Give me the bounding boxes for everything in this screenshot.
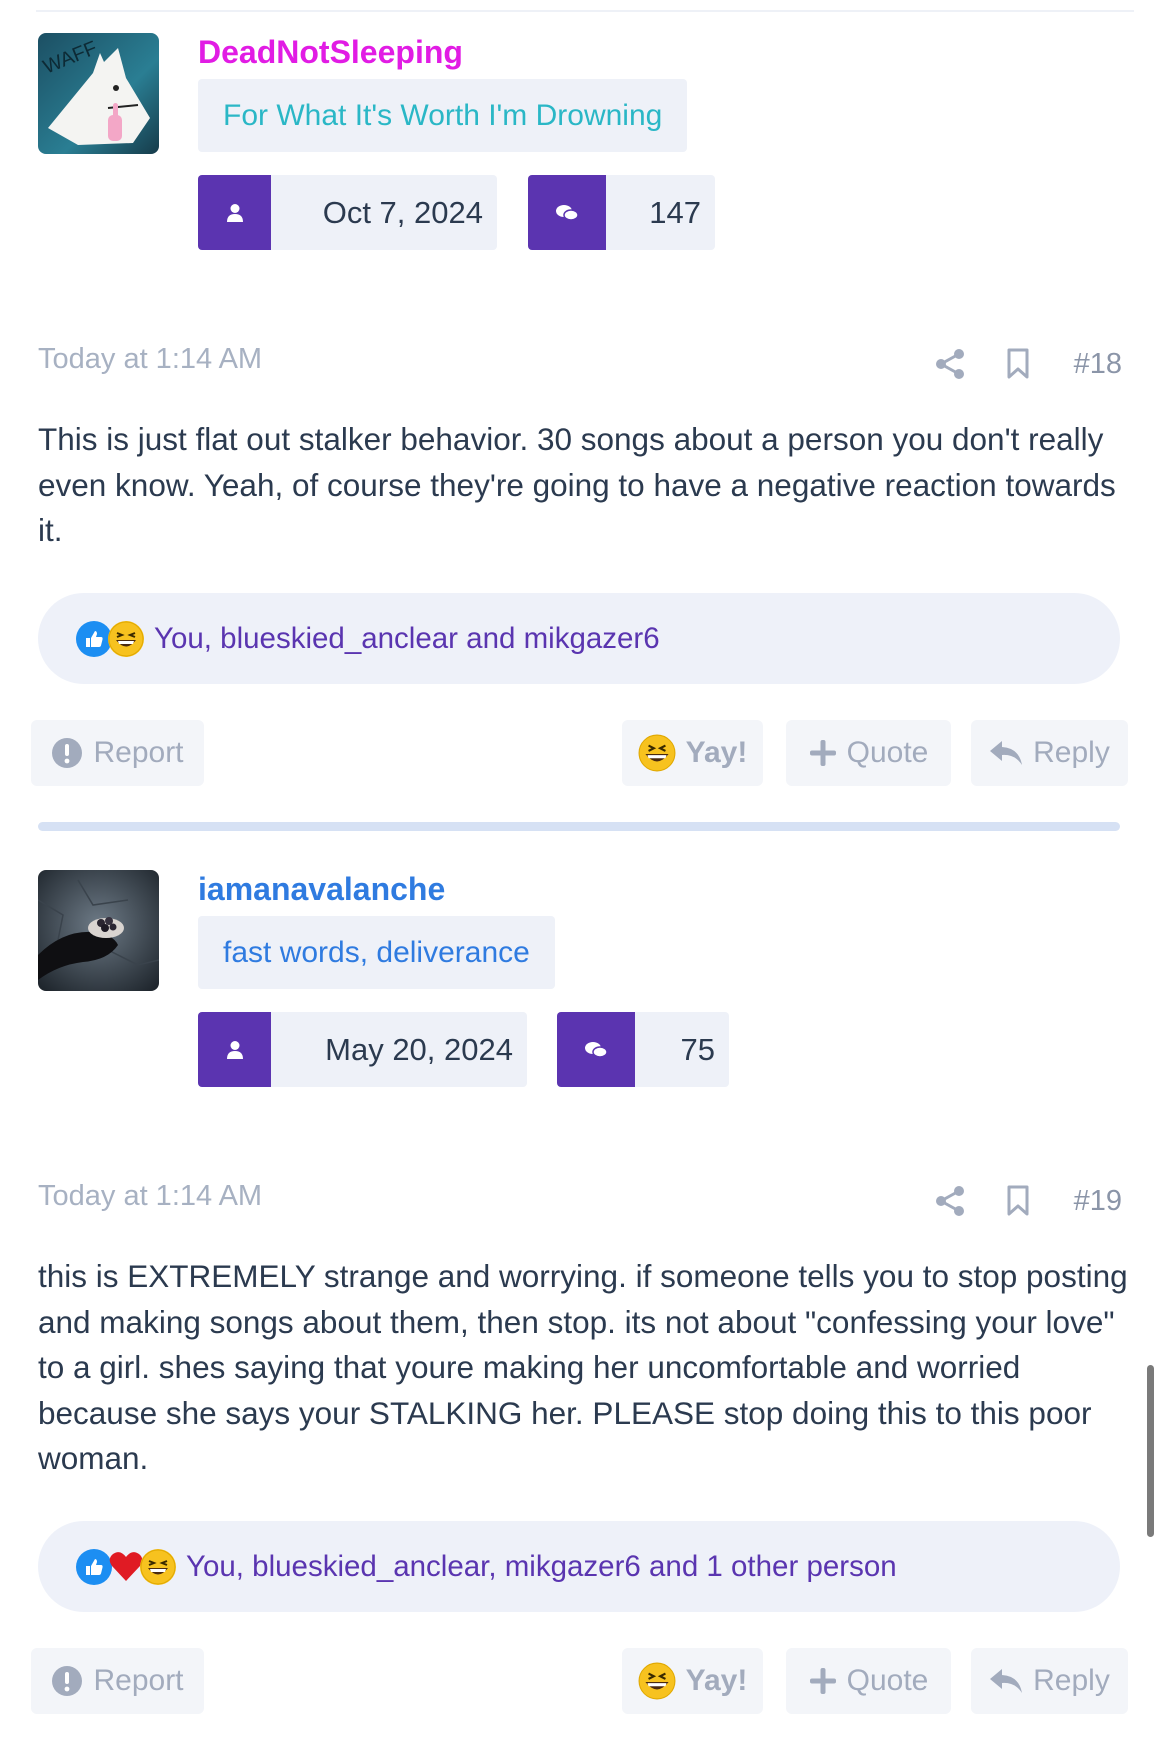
report-button[interactable]: Report: [31, 1648, 204, 1714]
user-title: fast words, deliverance: [198, 916, 555, 989]
bookmark-icon[interactable]: [1000, 346, 1036, 382]
grin-icon: [638, 734, 676, 772]
messages-stat: 75: [557, 1012, 729, 1087]
alert-icon: [52, 738, 83, 768]
love-icon: [108, 1549, 144, 1585]
reactions-bar[interactable]: You, blueskied_anclear, mikgazer6 and 1 …: [38, 1521, 1120, 1612]
plus-icon: [809, 1668, 836, 1694]
yay-label: Yay!: [685, 1664, 748, 1697]
avatar[interactable]: WAFF: [38, 33, 159, 154]
reply-label: Reply: [1033, 736, 1110, 769]
reply-icon: [990, 741, 1023, 765]
grin-icon: [638, 1662, 676, 1700]
comments-icon: [557, 1012, 635, 1087]
like-icon: [76, 1548, 112, 1585]
avatar[interactable]: [38, 870, 159, 991]
share-icon[interactable]: [932, 346, 968, 382]
reactions-bar[interactable]: You, blueskied_anclear and mikgazer6: [38, 593, 1120, 684]
comments-icon: [528, 175, 606, 250]
quote-button[interactable]: Quote: [786, 1648, 951, 1714]
quote-button[interactable]: Quote: [786, 720, 951, 786]
scrollbar[interactable]: [1147, 1365, 1154, 1537]
previous-post-edge: [36, 0, 1134, 12]
reply-label: Reply: [1033, 1664, 1110, 1697]
reaction-users[interactable]: You, blueskied_anclear and mikgazer6: [154, 622, 660, 656]
quote-label: Quote: [846, 1664, 929, 1697]
reaction-users[interactable]: You, blueskied_anclear, mikgazer6 and 1 …: [186, 1550, 897, 1584]
joined-date: Oct 7, 2024: [322, 194, 483, 230]
message-count: 147: [649, 194, 701, 230]
post-number[interactable]: #18: [1074, 348, 1122, 381]
alert-icon: [52, 1666, 83, 1696]
yay-label: Yay!: [685, 736, 748, 769]
reply-button[interactable]: Reply: [971, 1648, 1128, 1714]
report-label: Report: [93, 1664, 184, 1697]
joined-stat: May 20, 2024: [198, 1012, 527, 1087]
reaction-icons: [76, 1548, 176, 1585]
post-tools: #19: [932, 1183, 1122, 1219]
plus-icon: [809, 740, 836, 766]
post-message: this is EXTREMELY strange and worrying. …: [38, 1258, 1128, 1476]
user-title: For What It's Worth I'm Drowning: [198, 79, 688, 152]
user-icon: [198, 175, 271, 250]
post-message: This is just flat out stalker behavior. …: [38, 421, 1116, 548]
username[interactable]: DeadNotSleeping: [198, 34, 463, 71]
like-icon: [76, 620, 112, 657]
username[interactable]: iamanavalanche: [198, 871, 445, 908]
post-date[interactable]: Today at 1:14 AM: [38, 343, 262, 376]
quote-label: Quote: [846, 736, 929, 769]
user-icon: [198, 1012, 271, 1087]
laugh-icon: [108, 620, 144, 657]
bookmark-icon[interactable]: [1000, 1183, 1036, 1219]
reaction-icons: [76, 620, 144, 657]
post-date[interactable]: Today at 1:14 AM: [38, 1180, 262, 1213]
post-separator: [38, 822, 1120, 831]
laugh-icon: [140, 1548, 176, 1585]
reply-icon: [990, 1669, 1023, 1693]
report-label: Report: [93, 736, 184, 769]
share-icon[interactable]: [932, 1183, 968, 1219]
report-button[interactable]: Report: [31, 720, 204, 786]
post-tools: #18: [932, 346, 1122, 382]
post-number[interactable]: #19: [1074, 1185, 1122, 1218]
joined-date: May 20, 2024: [325, 1031, 513, 1067]
reply-button[interactable]: Reply: [971, 720, 1128, 786]
messages-stat: 147: [528, 175, 715, 250]
message-count: 75: [680, 1031, 715, 1067]
yay-button[interactable]: Yay!: [622, 720, 763, 786]
yay-button[interactable]: Yay!: [622, 1648, 763, 1714]
joined-stat: Oct 7, 2024: [198, 175, 497, 250]
